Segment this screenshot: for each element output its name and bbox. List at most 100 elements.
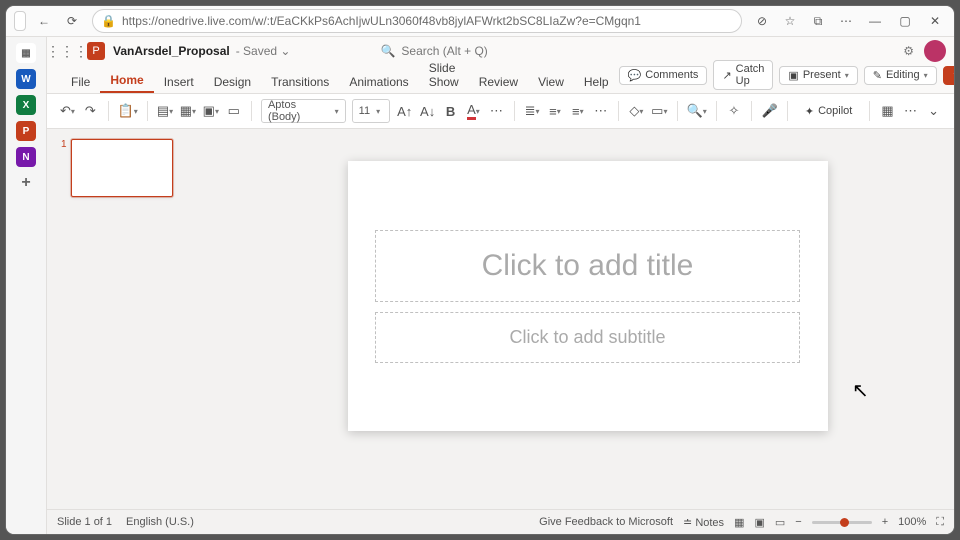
fit-window-icon[interactable]: ⛶	[936, 516, 944, 529]
shapes-icon[interactable]: ◇▾	[628, 100, 645, 122]
more-para-icon[interactable]: ⋯	[592, 100, 609, 122]
chevron-down-icon: ▾	[335, 107, 339, 116]
add-app-icon[interactable]: +	[16, 173, 36, 193]
slide-canvas-area[interactable]: Click to add title Click to add subtitle	[221, 129, 954, 509]
share-icon: ⇪	[952, 69, 954, 82]
designer-icon[interactable]: ✧	[726, 100, 743, 122]
dictate-icon[interactable]: 🎤	[761, 100, 778, 122]
tab-transitions[interactable]: Transitions	[261, 71, 339, 93]
editing-button[interactable]: ✎Editing▾	[864, 66, 937, 85]
normal-view-icon[interactable]: ▦	[734, 516, 744, 529]
slide-counter[interactable]: Slide 1 of 1	[57, 516, 112, 528]
subtitle-placeholder[interactable]: Click to add subtitle	[375, 312, 800, 363]
home-icon[interactable]: ▦	[16, 43, 36, 63]
arrange-icon[interactable]: ▭▾	[651, 100, 668, 122]
favorite-icon[interactable]: ☆	[776, 7, 804, 35]
align-icon[interactable]: ≡▾	[569, 100, 586, 122]
tab-home[interactable]: Home	[100, 69, 153, 93]
addins-icon[interactable]: ▦	[879, 100, 896, 122]
powerpoint-icon[interactable]: P	[16, 121, 36, 141]
font-color-icon[interactable]: A▾	[465, 100, 482, 122]
collections-icon[interactable]: ⧉	[804, 7, 832, 35]
paste-icon[interactable]: 📋▾	[118, 100, 138, 122]
address-bar[interactable]: 🔒 https://onedrive.live.com/w/:t/EaCKkPs…	[92, 9, 742, 33]
redo-icon[interactable]: ↷	[82, 100, 99, 122]
zoom-level[interactable]: 100%	[898, 516, 926, 528]
excel-icon[interactable]: X	[16, 95, 36, 115]
separator	[716, 101, 717, 121]
new-slide-icon[interactable]: ▤▾	[157, 100, 174, 122]
browser-menu-icon[interactable]: ⋯	[832, 7, 860, 35]
title-placeholder[interactable]: Click to add title	[375, 230, 800, 302]
save-status[interactable]: - Saved ⌄	[236, 44, 291, 58]
font-size-selector[interactable]: 11▾	[352, 99, 391, 123]
office-sidebar: ▦ W X P N +	[6, 37, 47, 534]
catchup-button[interactable]: ↗Catch Up	[713, 60, 773, 90]
increase-font-icon[interactable]: A↑	[396, 100, 413, 122]
reset-icon[interactable]: ▣▾	[202, 100, 219, 122]
share-button[interactable]: ⇪Share▾	[943, 66, 954, 85]
workspace: 1 Click to add title Click to add subtit…	[47, 129, 954, 509]
feedback-link[interactable]: Give Feedback to Microsoft	[539, 516, 673, 528]
read-aloud-icon[interactable]: ⊘	[748, 7, 776, 35]
tab-view[interactable]: View	[528, 71, 574, 93]
bold-icon[interactable]: B	[442, 100, 459, 122]
maximize-icon[interactable]: ▢	[890, 7, 920, 35]
more-font-icon[interactable]: ⋯	[488, 100, 505, 122]
comments-icon: 💬	[628, 69, 642, 82]
separator	[147, 101, 148, 121]
present-icon: ▣	[788, 69, 798, 82]
search-box[interactable]: 🔍 Search (Alt + Q)	[380, 44, 487, 58]
close-icon[interactable]: ✕	[920, 7, 950, 35]
tab-slideshow[interactable]: Slide Show	[419, 57, 469, 93]
tab-review[interactable]: Review	[469, 71, 528, 93]
present-button[interactable]: ▣Present▾	[779, 66, 857, 85]
comments-button[interactable]: 💬Comments	[619, 66, 708, 85]
file-name[interactable]: VanArsdel_Proposal	[113, 44, 230, 58]
tab-insert[interactable]: Insert	[154, 71, 204, 93]
find-icon[interactable]: 🔍▾	[687, 100, 707, 122]
notes-button[interactable]: ≐ Notes	[683, 516, 724, 529]
app-launcher-icon[interactable]: ⋮⋮⋮	[55, 39, 79, 63]
separator	[869, 101, 870, 121]
section-icon[interactable]: ▭	[225, 100, 242, 122]
tab-animations[interactable]: Animations	[339, 71, 418, 93]
reading-view-icon[interactable]: ▭	[775, 516, 785, 529]
lock-icon: 🔒	[101, 14, 116, 28]
separator	[514, 101, 515, 121]
bullets-icon[interactable]: ≣▾	[524, 100, 541, 122]
layout-icon[interactable]: ▦▾	[179, 100, 196, 122]
copilot-button[interactable]: ✦Copilot	[797, 103, 860, 120]
zoom-out-icon[interactable]: −	[795, 516, 801, 528]
tab-design[interactable]: Design	[204, 71, 261, 93]
decrease-font-icon[interactable]: A↓	[419, 100, 436, 122]
back-icon[interactable]: ←	[30, 7, 58, 35]
slide-canvas[interactable]: Click to add title Click to add subtitle	[348, 161, 828, 431]
zoom-thumb[interactable]	[840, 518, 849, 527]
separator	[108, 101, 109, 121]
numbering-icon[interactable]: ≡▾	[546, 100, 563, 122]
onenote-icon[interactable]: N	[16, 147, 36, 167]
word-icon[interactable]: W	[16, 69, 36, 89]
language-status[interactable]: English (U.S.)	[126, 516, 194, 528]
collapse-ribbon-icon[interactable]: ⌄	[925, 100, 942, 122]
minimize-icon[interactable]: —	[860, 7, 890, 35]
slide-thumbnail[interactable]	[71, 139, 173, 197]
browser-tab[interactable]	[14, 11, 26, 31]
separator	[251, 101, 252, 121]
sorter-view-icon[interactable]: ▣	[754, 516, 764, 529]
tab-help[interactable]: Help	[574, 71, 619, 93]
refresh-icon[interactable]: ⟳	[58, 7, 86, 35]
search-placeholder: Search (Alt + Q)	[401, 44, 487, 58]
url-text: https://onedrive.live.com/w/:t/EaCKkPs6A…	[122, 14, 641, 28]
tab-file[interactable]: File	[61, 71, 100, 93]
zoom-slider[interactable]	[812, 521, 872, 524]
font-selector[interactable]: Aptos (Body)▾	[261, 99, 346, 123]
separator	[787, 101, 788, 121]
settings-icon[interactable]: ⚙	[903, 44, 914, 58]
user-avatar[interactable]	[924, 40, 946, 62]
file-app-icon: P	[87, 42, 105, 60]
undo-icon[interactable]: ↶▾	[59, 100, 76, 122]
zoom-in-icon[interactable]: +	[882, 516, 888, 528]
ribbon-more-icon[interactable]: ⋯	[902, 100, 919, 122]
